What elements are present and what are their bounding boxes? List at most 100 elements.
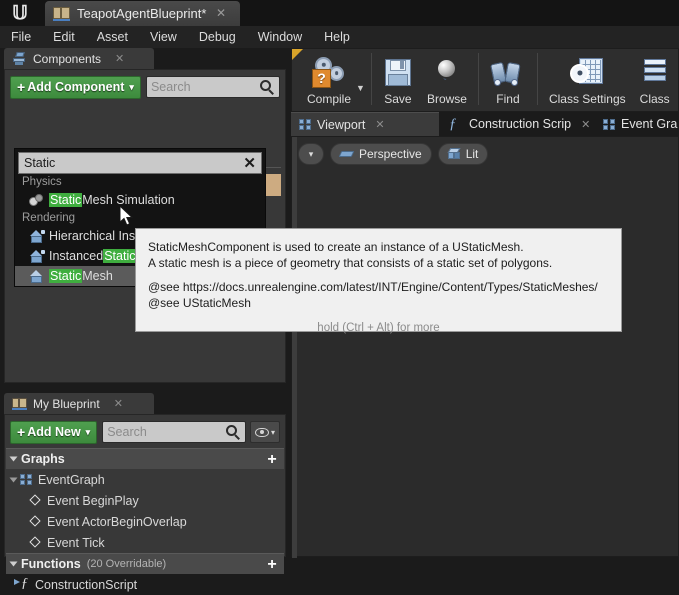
chevron-down-icon: ▾ [129, 81, 134, 92]
viewport-panel[interactable]: ▾ Perspective Lit [291, 136, 679, 558]
class-defaults-stack-icon [640, 54, 670, 91]
tab-my-blueprint[interactable]: My Blueprint ✕ [4, 393, 154, 414]
components-search-input[interactable]: Search [145, 76, 280, 98]
tree-item-event-beginplay[interactable]: Event BeginPlay [6, 490, 284, 511]
dropdown-category-physics: Physics [15, 174, 265, 190]
toolbar-class-defaults-button[interactable]: Class [633, 51, 677, 106]
expander-icon[interactable] [9, 477, 18, 482]
toolbar-save-button[interactable]: Save [376, 51, 420, 106]
tree-item-label: Event BeginPlay [47, 493, 139, 508]
add-component-button[interactable]: + Add Component ▾ [10, 75, 141, 99]
visibility-toggle-button[interactable]: ▾ [250, 421, 280, 443]
tab-viewport[interactable]: Viewport ✕ [291, 112, 439, 136]
tree-item-eventgraph[interactable]: EventGraph [6, 469, 284, 490]
viewport-lighting-mode-label: Lit [465, 147, 479, 161]
blueprint-icon [53, 6, 70, 21]
close-icon[interactable]: ✕ [375, 118, 384, 131]
tab-viewport-label: Viewport [317, 117, 366, 132]
toolbar-separator [477, 53, 479, 105]
menu-item-asset[interactable]: Asset [86, 26, 139, 48]
chevron-down-icon: ▾ [85, 426, 91, 437]
my-blueprint-toolbar: + Add New ▾ Search ▾ [10, 420, 280, 444]
close-icon[interactable]: ✕ [115, 52, 124, 65]
find-binoculars-icon [490, 54, 526, 91]
search-icon [260, 79, 275, 95]
components-toolbar: + Add Component ▾ Search [10, 75, 280, 99]
toolbar-save-label: Save [384, 92, 412, 106]
menu-item-file[interactable]: File [0, 26, 42, 48]
tooltip-line-3: @see https://docs.unrealengine.com/lates… [148, 280, 598, 294]
plus-icon: + [17, 79, 26, 95]
browse-magnifier-icon [431, 54, 463, 91]
tab-event-graph-label: Event Gra [621, 117, 678, 131]
tab-components[interactable]: Components ✕ [4, 48, 154, 69]
components-tabstrip: Components ✕ [4, 48, 154, 69]
section-title: Functions [21, 557, 81, 571]
toolbar-find-label: Find [496, 92, 520, 106]
asset-tab-teapotagentblueprint[interactable]: TeapotAgentBlueprint* ✕ [45, 1, 240, 26]
viewport-view-mode-button[interactable]: Perspective [330, 143, 432, 165]
viewport-menu-button[interactable]: ▾ [298, 143, 324, 165]
section-subtitle: (20 Overridable) [86, 558, 167, 570]
add-component-label: Add Component [27, 80, 125, 94]
clear-icon[interactable]: ✕ [243, 156, 256, 171]
close-icon[interactable]: ✕ [114, 397, 123, 410]
section-header-functions[interactable]: Functions (20 Overridable) + [6, 553, 284, 574]
add-graph-button[interactable]: + [265, 452, 279, 468]
toolbar-compile-label: Compile [307, 92, 352, 106]
menu-item-view[interactable]: View [139, 26, 188, 48]
tooltip-line-1: StaticMeshComponent is used to create an… [148, 240, 524, 254]
dropdown-item-static-mesh-simulation[interactable]: Static Mesh Simulation [15, 190, 265, 210]
add-new-label: Add New [27, 425, 81, 439]
menu-item-debug[interactable]: Debug [188, 26, 247, 48]
tooltip-line-4: @see UStaticMesh [148, 296, 251, 310]
tab-event-graph[interactable]: Event Gra [595, 112, 679, 136]
dropdown-filter-value: Static [24, 156, 56, 170]
menu-item-edit[interactable]: Edit [42, 26, 86, 48]
tooltip-spacer [148, 271, 609, 279]
toolbar-class-settings-button[interactable]: Class Settings [542, 51, 633, 106]
viewport-lighting-mode-button[interactable]: Lit [437, 143, 489, 165]
compile-gear-question-icon: ? [310, 54, 348, 91]
plus-icon: + [17, 424, 26, 440]
tree-item-label: ConstructionScript [35, 577, 138, 592]
tab-construction-script[interactable]: ƒ Construction Scrip ✕ [441, 112, 593, 136]
viewport-toolbar: ▾ Perspective Lit [298, 143, 489, 165]
close-icon[interactable]: ✕ [216, 6, 226, 20]
blueprint-toolbar: ? Compile ▼ Save Browse Find Class Setti… [291, 48, 679, 112]
compile-options-chevron-down-icon[interactable]: ▼ [356, 69, 365, 93]
event-graph-icon [603, 118, 616, 130]
toolbar-separator [536, 53, 538, 105]
close-icon[interactable]: ✕ [581, 118, 590, 131]
tree-item-constructionscript[interactable]: ƒ ConstructionScript [6, 574, 284, 595]
title-bar: 𝕌 TeapotAgentBlueprint* ✕ [0, 0, 679, 26]
my-blueprint-search-input[interactable]: Search [102, 421, 246, 443]
tree-item-label: Event ActorBeginOverlap [47, 514, 187, 529]
viewport-scrollbar[interactable] [292, 137, 297, 558]
instanced-static-mesh-icon [29, 229, 45, 243]
add-function-button[interactable]: + [265, 557, 279, 573]
menu-item-window[interactable]: Window [247, 26, 313, 48]
dropdown-filter-input[interactable]: Static ✕ [18, 152, 262, 174]
components-search-placeholder: Search [150, 80, 191, 94]
toolbar-browse-button[interactable]: Browse [420, 51, 474, 106]
section-header-graphs[interactable]: Graphs + [6, 448, 284, 469]
add-new-button[interactable]: + Add New ▾ [10, 420, 98, 444]
toolbar-find-button[interactable]: Find [483, 51, 533, 106]
function-icon: ƒ [14, 576, 31, 591]
dropdown-item-label-post: Mesh [82, 269, 113, 283]
my-blueprint-search-placeholder: Search [107, 425, 147, 439]
static-mesh-icon [29, 269, 44, 283]
menu-item-help[interactable]: Help [313, 26, 361, 48]
function-fx-icon: ƒ [449, 116, 457, 132]
document-tabstrip: Viewport ✕ ƒ Construction Scrip ✕ Event … [291, 112, 679, 136]
dropdown-item-label-pre: Instanced [49, 249, 104, 263]
unreal-blueprint-editor-window: 𝕌 TeapotAgentBlueprint* ✕ File Edit Asse… [0, 0, 679, 592]
toolbar-browse-label: Browse [426, 92, 467, 106]
perspective-icon [338, 149, 355, 159]
instanced-static-mesh-icon [29, 249, 45, 263]
tab-construction-script-label: Construction Scrip [469, 117, 572, 131]
tree-item-event-actorbeginoverlap[interactable]: Event ActorBeginOverlap [6, 511, 284, 532]
tree-item-event-tick[interactable]: Event Tick [6, 532, 284, 553]
toolbar-compile-button[interactable]: ? Compile [300, 51, 358, 106]
